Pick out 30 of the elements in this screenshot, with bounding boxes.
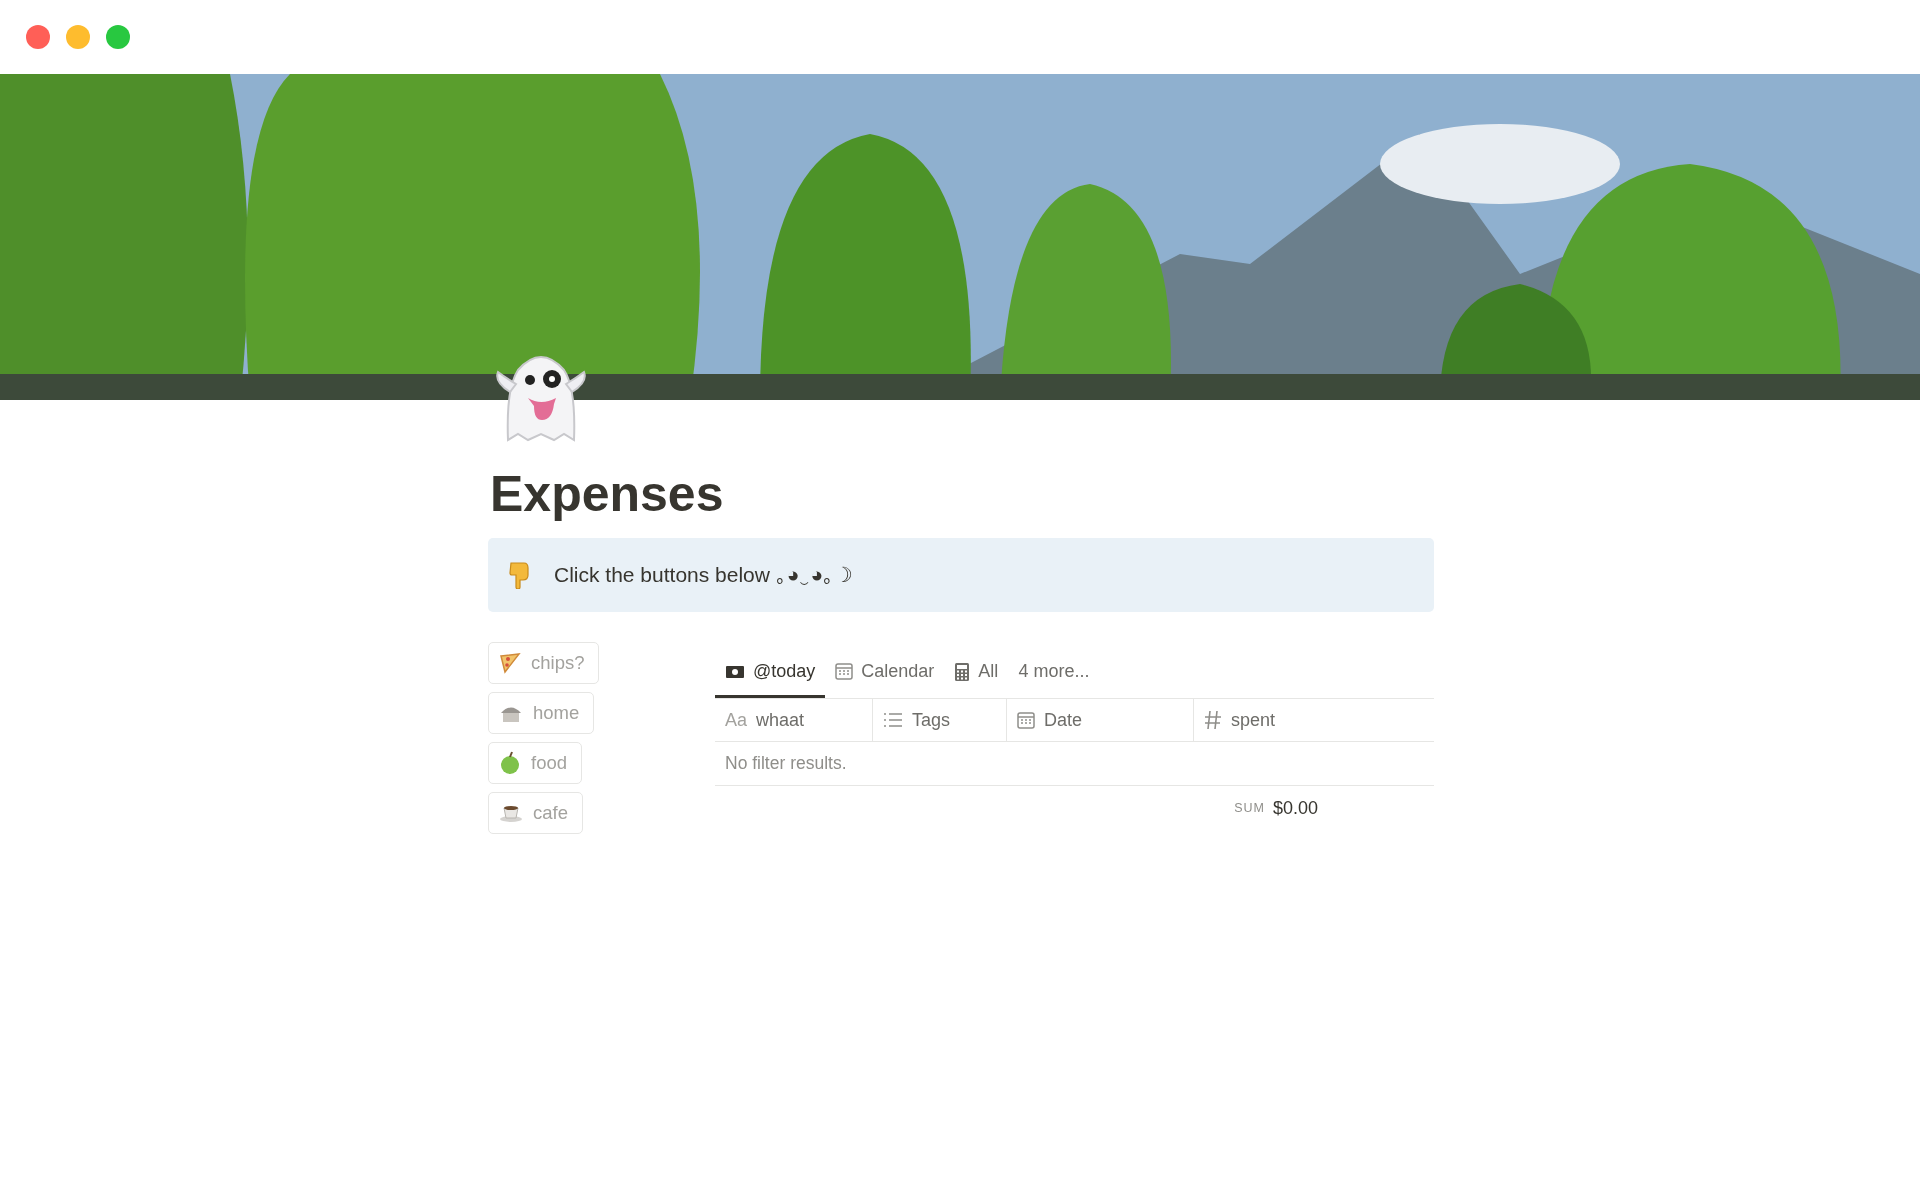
- view-tab[interactable]: 4 more...: [1008, 652, 1100, 698]
- text-type-icon: Aa: [725, 706, 748, 734]
- template-button[interactable]: food: [488, 742, 582, 784]
- pizza-slice-icon: [499, 652, 521, 674]
- column-header[interactable]: Date: [1044, 706, 1083, 734]
- coffee-cup-icon: [499, 803, 523, 823]
- callout-text: Click the buttons below ｡◕‿◕｡☽: [554, 562, 854, 589]
- column-header[interactable]: Tags: [912, 706, 951, 734]
- column-header[interactable]: spent: [1231, 706, 1276, 734]
- empty-message: No filter results.: [715, 742, 1434, 786]
- window-control[interactable]: [66, 25, 90, 49]
- banknote-icon: [725, 664, 745, 679]
- window-control[interactable]: [26, 25, 50, 49]
- sum-label: SUM: [1234, 799, 1265, 817]
- calendar-icon: [1017, 711, 1035, 729]
- apple-icon: [499, 751, 521, 775]
- view-tab[interactable]: @today: [715, 652, 826, 698]
- sum-value: $0.00: [1272, 796, 1318, 820]
- calculator-icon: [954, 661, 971, 682]
- pointing-hand-icon: [508, 561, 530, 589]
- column-header[interactable]: whaat: [756, 706, 805, 734]
- window-control[interactable]: [106, 25, 130, 49]
- view-tab[interactable]: Calendar: [825, 652, 945, 698]
- view-tab[interactable]: All: [944, 652, 1009, 698]
- template-button[interactable]: cafe: [488, 792, 583, 834]
- calendar-icon: [835, 663, 854, 680]
- page-title: Expenses: [490, 465, 725, 524]
- template-button[interactable]: home: [488, 692, 595, 734]
- hash-icon: [1204, 710, 1222, 730]
- list-icon: [883, 712, 903, 728]
